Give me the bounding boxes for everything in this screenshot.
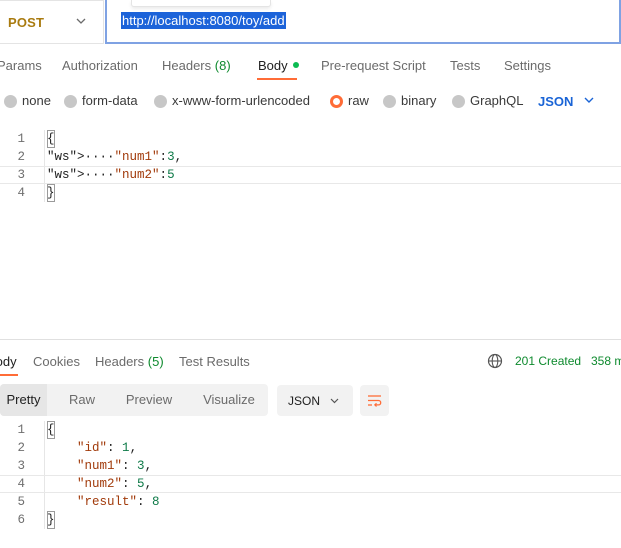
active-response-tab-underline bbox=[0, 374, 18, 376]
tab-body[interactable]: Body bbox=[258, 58, 299, 73]
method-select[interactable]: POST bbox=[0, 0, 104, 44]
active-tab-underline bbox=[257, 78, 297, 80]
request-bar: POST http://localhost:8080/toy/add bbox=[0, 0, 621, 44]
radio-urlencoded-label: x-www-form-urlencoded bbox=[172, 93, 310, 108]
tab-body-label: Body bbox=[258, 58, 288, 73]
line-number: 3 bbox=[17, 459, 25, 473]
response-tab-test-results[interactable]: Test Results bbox=[179, 354, 250, 369]
response-time[interactable]: 358 ms bbox=[591, 354, 621, 368]
tab-settings[interactable]: Settings bbox=[504, 58, 551, 73]
line-number: 6 bbox=[17, 513, 25, 527]
body-format-select[interactable]: JSON bbox=[538, 94, 573, 109]
chevron-down-icon bbox=[330, 398, 339, 404]
radio-urlencoded[interactable]: x-www-form-urlencoded bbox=[154, 94, 319, 108]
tab-params[interactable]: Params bbox=[0, 58, 42, 73]
tab-headers-label: Headers bbox=[162, 58, 212, 73]
line-number: 2 bbox=[17, 441, 25, 455]
tab-pre-request-script[interactable]: Pre-request Script bbox=[321, 58, 426, 73]
code-line: 2 "ws">····"num1":3, bbox=[0, 148, 621, 166]
line-number: 1 bbox=[17, 423, 25, 437]
globe-icon[interactable] bbox=[487, 353, 503, 369]
tab-tests[interactable]: Tests bbox=[450, 58, 480, 73]
radio-none-circle bbox=[4, 95, 17, 108]
response-tab-headers-label: Headers bbox=[95, 354, 145, 369]
code-line-current: 4 "num2": 5, bbox=[0, 475, 621, 493]
chevron-down-icon bbox=[76, 18, 86, 24]
code-text: "ws">····"num2":5 bbox=[47, 168, 175, 182]
tooltip-fragment bbox=[131, 0, 271, 7]
code-text: "result": 8 bbox=[77, 495, 160, 509]
chevron-down-icon[interactable] bbox=[583, 94, 595, 106]
radio-binary[interactable]: binary bbox=[383, 94, 443, 108]
radio-raw-circle bbox=[330, 95, 343, 108]
body-indicator-dot bbox=[292, 62, 299, 68]
pane-divider[interactable] bbox=[0, 339, 621, 340]
response-tab-headers-count: (5) bbox=[147, 354, 164, 369]
response-tab-body[interactable]: Body bbox=[0, 354, 17, 369]
tab-headers[interactable]: Headers (8) bbox=[162, 58, 231, 73]
wrap-lines-icon bbox=[368, 395, 382, 407]
code-text: "id": 1, bbox=[77, 441, 138, 455]
radio-binary-label: binary bbox=[401, 93, 437, 108]
view-visualize-button[interactable]: Visualize bbox=[194, 384, 264, 416]
code-line: 1 { bbox=[0, 421, 621, 439]
radio-binary-circle bbox=[383, 95, 396, 108]
code-text: { bbox=[47, 421, 55, 439]
body-type-options: none form-data x-www-form-urlencoded raw… bbox=[0, 88, 621, 114]
code-line: 4 } bbox=[0, 184, 621, 202]
radio-form-data-label: form-data bbox=[82, 93, 138, 108]
wrap-lines-button[interactable] bbox=[360, 385, 389, 416]
radio-graphql-label: GraphQL bbox=[470, 93, 524, 108]
radio-graphql-circle bbox=[452, 95, 465, 108]
radio-form-data[interactable]: form-data bbox=[64, 94, 144, 108]
response-tab-cookies[interactable]: Cookies bbox=[33, 354, 80, 369]
code-line: 1 { bbox=[0, 130, 621, 148]
request-tabs: Params Authorization Headers (8) Body Pr… bbox=[0, 48, 621, 82]
code-text: "ws">····"num1":3, bbox=[47, 150, 183, 164]
code-line: 2 "id": 1, bbox=[0, 439, 621, 457]
code-text: "num2": 5, bbox=[77, 477, 153, 491]
line-number: 4 bbox=[17, 477, 25, 491]
response-format-label: JSON bbox=[288, 394, 321, 408]
request-body-editor[interactable]: 1 { 2 "ws">····"num1":3, 3 "ws">····"num… bbox=[0, 130, 621, 340]
code-text: } bbox=[47, 184, 55, 202]
code-text: "num1": 3, bbox=[77, 459, 153, 473]
radio-graphql[interactable]: GraphQL bbox=[452, 94, 527, 108]
line-number: 2 bbox=[17, 150, 25, 164]
line-number: 3 bbox=[17, 168, 25, 182]
method-label: POST bbox=[8, 15, 45, 30]
view-preview-button[interactable]: Preview bbox=[118, 384, 180, 416]
radio-urlencoded-circle bbox=[154, 95, 167, 108]
tab-authorization[interactable]: Authorization bbox=[62, 58, 138, 73]
radio-none-label: none bbox=[22, 93, 51, 108]
radio-raw-label: raw bbox=[348, 93, 369, 108]
code-line: 5 "result": 8 bbox=[0, 493, 621, 511]
response-body-viewer[interactable]: 1 { 2 "id": 1, 3 "num1": 3, 4 "num2": 5,… bbox=[0, 421, 621, 533]
response-status[interactable]: 201 Created bbox=[515, 354, 581, 368]
view-raw-button[interactable]: Raw bbox=[58, 384, 106, 416]
url-text: http://localhost:8080/toy/add bbox=[121, 12, 286, 29]
line-number: 5 bbox=[17, 495, 25, 509]
response-format-select[interactable]: JSON bbox=[277, 385, 353, 416]
tab-headers-count: (8) bbox=[214, 58, 231, 73]
code-text: { bbox=[47, 130, 55, 148]
radio-raw[interactable]: raw bbox=[330, 94, 370, 108]
code-line: 6 } bbox=[0, 511, 621, 529]
radio-none[interactable]: none bbox=[4, 94, 54, 108]
code-line-current: 3 "ws">····"num2":5 bbox=[0, 166, 621, 184]
line-number: 4 bbox=[17, 186, 25, 200]
line-number: 1 bbox=[17, 132, 25, 146]
code-line: 3 "num1": 3, bbox=[0, 457, 621, 475]
view-pretty-button[interactable]: Pretty bbox=[0, 384, 47, 416]
response-tab-headers[interactable]: Headers (5) bbox=[95, 354, 164, 369]
response-view-modes: Pretty Raw Preview Visualize bbox=[0, 384, 268, 416]
code-text: } bbox=[47, 511, 55, 529]
radio-form-data-circle bbox=[64, 95, 77, 108]
